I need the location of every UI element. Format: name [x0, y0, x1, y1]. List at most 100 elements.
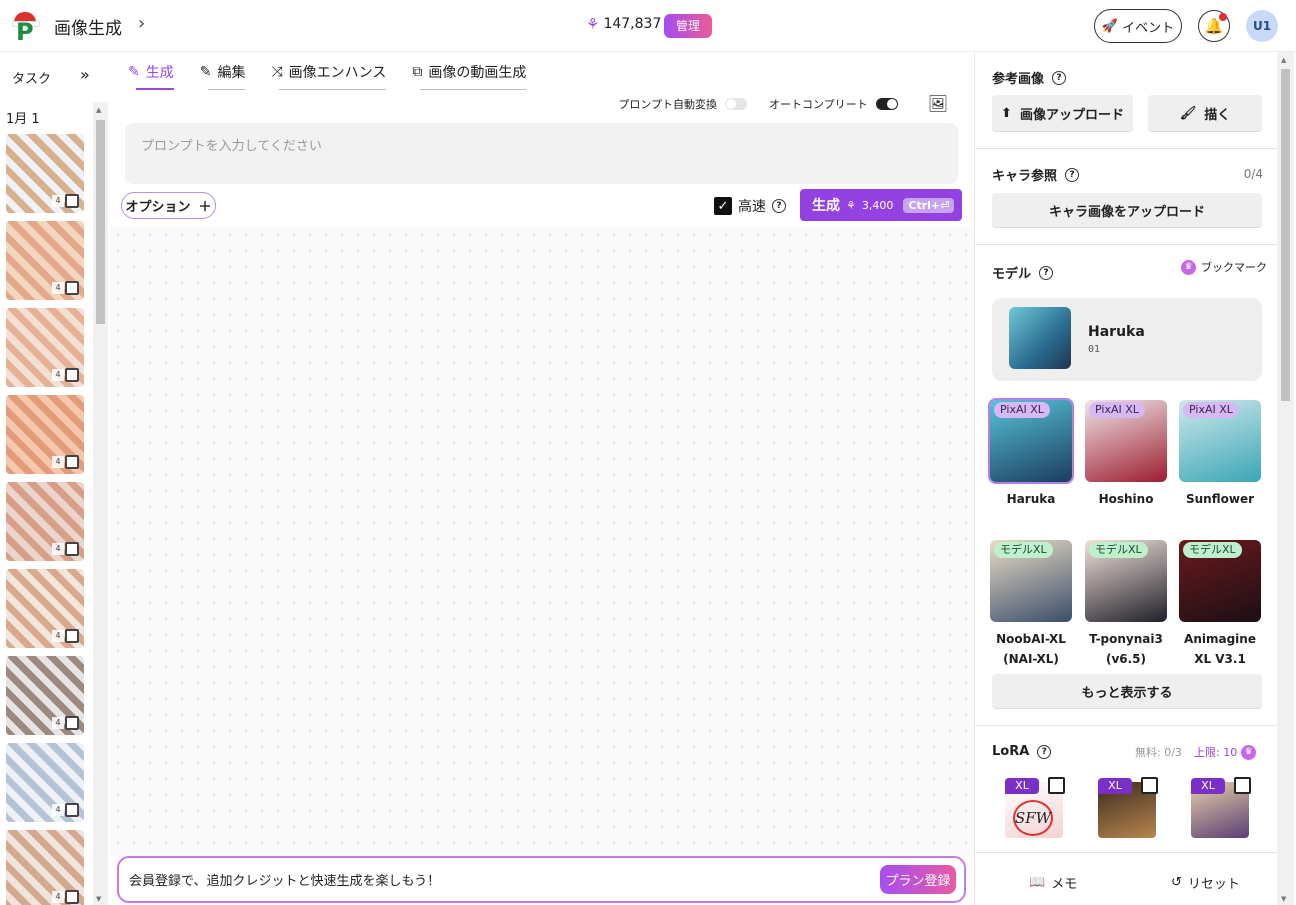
image-count-badge: 4: [52, 717, 64, 729]
lora-item[interactable]: XL: [1191, 777, 1251, 838]
rocket-icon: 🚀: [1101, 18, 1119, 34]
model-card[interactable]: モデルXL T-ponynai3 (v6.5): [1085, 540, 1167, 669]
model-card[interactable]: PixAI XL Hoshino: [1085, 400, 1167, 509]
scroll-down-arrow-icon[interactable]: ▼: [1281, 895, 1286, 903]
tab-2[interactable]: ⤨ 画像エンハンス: [271, 58, 386, 90]
help-icon[interactable]: ?: [1052, 70, 1067, 85]
character-upload-button[interactable]: キャラ画像をアップロード: [992, 193, 1262, 227]
event-button[interactable]: 🚀 イベント: [1094, 9, 1182, 43]
plan-signup-button[interactable]: プラン登録: [880, 865, 956, 894]
task-scrollbar[interactable]: ▲ ▼: [93, 102, 108, 905]
generate-label: 生成: [812, 198, 840, 214]
tab-icon: ⧉: [412, 64, 423, 80]
options-button[interactable]: オプション ＋: [121, 192, 216, 219]
help-icon[interactable]: ?: [772, 199, 786, 213]
settings-scrollbar[interactable]: ▲ ▼: [1277, 52, 1294, 905]
generate-button[interactable]: 生成 ⚘ 3,400 Ctrl+⏎: [800, 189, 962, 221]
prompt-toggles: プロンプト自動変換 オートコンプリート 🖼: [618, 94, 948, 113]
show-more-models-button[interactable]: もっと表示する: [992, 674, 1262, 708]
gallery-icon: [65, 716, 79, 730]
lora-free-count: 無料: 0/3: [1135, 746, 1182, 759]
generate-cost: 3,400: [861, 198, 894, 212]
autocomplete-switch[interactable]: [875, 97, 898, 110]
task-scroll-thumb[interactable]: [96, 120, 105, 324]
lora-item[interactable]: XL: [1098, 777, 1158, 838]
fast-mode-checkbox[interactable]: ✓: [714, 197, 732, 215]
model-name: NoobAI-XL (NAI-XL): [996, 632, 1066, 666]
shortcut-hint: Ctrl+⏎: [903, 197, 955, 213]
auto-convert-label: プロンプト自動変換: [618, 97, 718, 111]
collapse-double-chevron-icon[interactable]: »: [80, 65, 90, 84]
gallery-icon: [65, 194, 79, 208]
lora-checkbox[interactable]: [1048, 777, 1065, 794]
task-thumbnail[interactable]: 4: [6, 482, 84, 561]
reset-button[interactable]: ↺ リセット: [1171, 873, 1240, 892]
model-name: Sunflower: [1185, 492, 1254, 506]
settings-scroll-thumb[interactable]: [1281, 69, 1290, 401]
tab-icon: ✎: [128, 64, 140, 80]
model-name: T-ponynai3 (v6.5): [1089, 632, 1163, 666]
scroll-up-arrow-icon[interactable]: ▲: [1281, 56, 1286, 64]
chevron-right-icon[interactable]: ›: [138, 13, 145, 34]
reference-image-section: 参考画像 ? ⬆ 画像アップロード 🖌 描く: [975, 52, 1279, 149]
model-type-badge: モデルXL: [1183, 542, 1242, 558]
avatar[interactable]: U1: [1246, 10, 1278, 42]
model-card[interactable]: PixAI XL Sunflower: [1179, 400, 1261, 509]
model-thumbnail: PixAI XL: [988, 398, 1074, 484]
image-settings-icon[interactable]: 🖼: [928, 94, 948, 113]
lora-checkbox[interactable]: [1234, 777, 1251, 794]
admin-badge[interactable]: 管理: [664, 14, 712, 38]
draw-button[interactable]: 🖌 描く: [1148, 95, 1262, 131]
auto-convert-switch[interactable]: [725, 97, 748, 110]
prompt-input[interactable]: [125, 123, 958, 184]
image-count-badge: 4: [52, 891, 64, 903]
help-icon[interactable]: ?: [1037, 744, 1052, 759]
image-count-badge: 4: [52, 456, 64, 468]
model-type-badge: PixAI XL: [994, 402, 1050, 418]
tab-label: 画像の動画生成: [428, 65, 527, 81]
task-thumbnail[interactable]: 4: [6, 830, 84, 905]
tab-label: 生成: [145, 65, 174, 81]
image-upload-button[interactable]: ⬆ 画像アップロード: [992, 95, 1133, 131]
bookmark-button[interactable]: ♛ ブックマーク: [1181, 259, 1267, 275]
gallery-icon: [65, 455, 79, 469]
memo-button[interactable]: 📖 メモ: [1029, 873, 1077, 892]
task-thumbnail[interactable]: 4: [6, 395, 84, 474]
tab-1[interactable]: ✎ 編集: [200, 58, 245, 90]
autocomplete-label: オートコンプリート: [769, 97, 868, 111]
options-label: オプション: [125, 200, 191, 215]
bookmark-label: ブックマーク: [1201, 261, 1267, 274]
task-thumbnail[interactable]: 4: [6, 656, 84, 735]
task-thumbnail[interactable]: 4: [6, 308, 84, 387]
memo-label: メモ: [1051, 877, 1078, 892]
model-title: モデル: [992, 267, 1032, 282]
gallery-icon: [65, 368, 79, 382]
app-logo[interactable]: P: [12, 10, 42, 46]
tab-0[interactable]: ✎ 生成: [128, 58, 174, 90]
tab-label: 画像エンハンス: [288, 65, 387, 81]
help-icon[interactable]: ?: [1065, 167, 1080, 182]
tab-3[interactable]: ⧉ 画像の動画生成: [412, 58, 527, 90]
scroll-up-arrow-icon[interactable]: ▲: [96, 106, 101, 114]
fast-mode: ✓ 高速 ?: [714, 196, 786, 216]
help-icon[interactable]: ?: [1039, 265, 1054, 280]
char-title: キャラ参照: [992, 169, 1058, 184]
model-section: モデル ? ♛ ブックマーク Haruka 01 PixAI XL Haruka P…: [975, 245, 1279, 726]
result-canvas: [110, 227, 974, 857]
task-thumbnail[interactable]: 4: [6, 134, 84, 213]
notification-button[interactable]: 🔔: [1198, 10, 1230, 42]
model-type-badge: PixAI XL: [1183, 402, 1239, 418]
task-thumbnail[interactable]: 4: [6, 221, 84, 300]
model-card[interactable]: PixAI XL Haruka: [988, 398, 1074, 509]
task-thumbnail[interactable]: 4: [6, 743, 84, 822]
lora-item[interactable]: SFW XL: [1005, 777, 1065, 838]
date-label: 1月 1: [6, 112, 40, 127]
lora-xl-badge: XL: [1191, 778, 1225, 794]
model-card[interactable]: モデルXL NoobAI-XL (NAI-XL): [990, 540, 1072, 669]
task-thumbnail[interactable]: 4: [6, 569, 84, 648]
lora-checkbox[interactable]: [1141, 777, 1158, 794]
model-card[interactable]: モデルXL Animagine XL V3.1: [1179, 540, 1261, 669]
scroll-down-arrow-icon[interactable]: ▼: [96, 895, 101, 903]
fast-mode-label: 高速: [738, 199, 766, 215]
selected-model-card[interactable]: Haruka 01: [992, 298, 1262, 381]
